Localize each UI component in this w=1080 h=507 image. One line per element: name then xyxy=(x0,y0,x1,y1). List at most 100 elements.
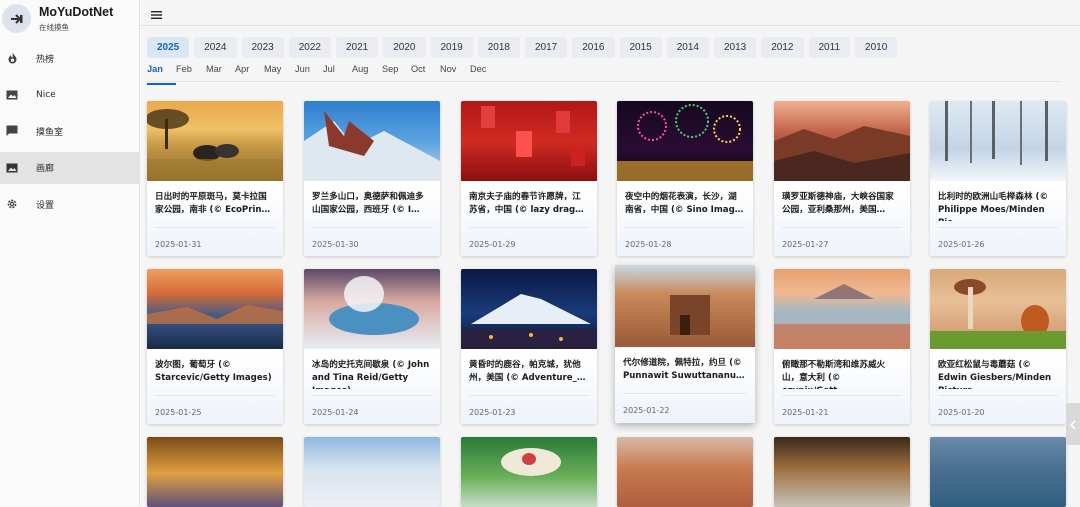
gallery-date: 2025-01-31 xyxy=(155,240,202,249)
tab-month-may[interactable]: May xyxy=(264,62,295,81)
gallery-caption: 罗兰多山口，奥德萨和佩迪多山国家公园，西班牙 (© I… xyxy=(312,192,424,215)
gallery-date: 2025-01-21 xyxy=(782,408,829,417)
tab-month-mar[interactable]: Mar xyxy=(206,62,235,81)
gallery-card[interactable]: 日出时的平原斑马，莫卡拉国家公园，南非 (© EcoPrin… 2025-01-… xyxy=(147,101,283,256)
gallery-caption: 俯瞰那不勒斯湾和维苏威火山，意大利 (© ezypix/Gett… xyxy=(782,360,886,389)
drawer-toggle-button[interactable] xyxy=(1066,403,1080,445)
tab-year-2017[interactable]: 2017 xyxy=(525,37,568,58)
gallery-thumbnail xyxy=(147,269,283,349)
gallery-caption: 璜罗亚斯德神庙，大峡谷国家公园，亚利桑那州，美国… xyxy=(782,192,894,215)
tab-month-dec[interactable]: Dec xyxy=(470,62,500,81)
logo-icon xyxy=(2,4,31,33)
gallery-thumbnail xyxy=(304,269,440,349)
gallery-date: 2025-01-30 xyxy=(312,240,359,249)
gallery-caption: 夜空中的烟花表演，长沙，湖南省，中国 (© Sino Imag… xyxy=(625,192,744,215)
tab-year-2023[interactable]: 2023 xyxy=(241,37,284,58)
tab-year-2013[interactable]: 2013 xyxy=(714,37,757,58)
gallery-card[interactable]: 俯瞰那不勒斯湾和维苏威火山，意大利 (© ezypix/Gett… 2025-0… xyxy=(774,269,910,424)
gallery-date: 2025-01-20 xyxy=(938,408,985,417)
gallery-date: 2025-01-27 xyxy=(782,240,829,249)
gallery-date: 2025-01-24 xyxy=(312,408,359,417)
gallery-thumbnail xyxy=(930,437,1066,507)
gallery-card[interactable] xyxy=(461,437,597,507)
tab-year-2016[interactable]: 2016 xyxy=(572,37,615,58)
app-title: MoYuDotNet xyxy=(39,5,114,19)
gallery-thumbnail xyxy=(147,437,283,507)
tab-year-2022[interactable]: 2022 xyxy=(288,37,331,58)
gear-icon xyxy=(6,198,18,210)
tab-year-2010[interactable]: 2010 xyxy=(855,37,898,58)
tab-year-2018[interactable]: 2018 xyxy=(477,37,520,58)
gallery-caption: 欧亚红松鼠与毒蘑菇 (© Edwin Giesbers/Minden Pictu… xyxy=(938,360,1052,389)
gallery-card[interactable]: 代尔修道院，佩特拉，约旦 (© Punnawit Suwuttananu… 20… xyxy=(615,265,755,423)
gallery-card[interactable]: 璜罗亚斯德神庙，大峡谷国家公园，亚利桑那州，美国… 2025-01-27 xyxy=(774,101,910,256)
gallery-card[interactable]: 夜空中的烟花表演，长沙，湖南省，中国 (© Sino Imag… 2025-01… xyxy=(617,101,753,256)
tab-year-2020[interactable]: 2020 xyxy=(383,37,426,58)
gallery-card[interactable] xyxy=(617,437,753,507)
tab-year-2019[interactable]: 2019 xyxy=(430,37,473,58)
gallery-card[interactable]: 罗兰多山口，奥德萨和佩迪多山国家公园，西班牙 (© I… 2025-01-30 xyxy=(304,101,440,256)
tab-month-aug[interactable]: Aug xyxy=(352,62,382,81)
gallery-thumbnail xyxy=(304,101,440,181)
image-icon xyxy=(6,89,18,101)
tab-year-2025[interactable]: 2025 xyxy=(147,37,190,58)
tab-month-jan[interactable]: Jan xyxy=(147,62,176,85)
gallery-caption: 比利时的欧洲山毛榉森林 (© Philippe Moes/Minden Pic… xyxy=(938,192,1049,221)
tab-month-jun[interactable]: Jun xyxy=(295,62,323,81)
gallery-thumbnail xyxy=(774,437,910,507)
sidebar-item-settings[interactable]: 设置 xyxy=(0,188,139,220)
gallery-date: 2025-01-29 xyxy=(469,240,516,249)
sidebar-item-nice[interactable]: Nice xyxy=(0,79,139,111)
sidebar-item-label: 热榜 xyxy=(36,54,55,65)
gallery-card[interactable]: 欧亚红松鼠与毒蘑菇 (© Edwin Giesbers/Minden Pictu… xyxy=(930,269,1066,424)
gallery-date: 2025-01-25 xyxy=(155,408,202,417)
gallery-caption: 南京夫子庙的春节许愿牌，江苏省，中国 (© lazy drag… xyxy=(469,192,584,215)
gallery-date: 2025-01-28 xyxy=(625,240,672,249)
chevron-left-icon xyxy=(1069,415,1077,434)
tab-year-2011[interactable]: 2011 xyxy=(808,37,851,58)
tab-month-apr[interactable]: Apr xyxy=(235,62,264,81)
gallery-card[interactable] xyxy=(930,437,1066,507)
month-tabs: Jan Feb Mar Apr May Jun Jul Aug Sep Oct … xyxy=(147,62,1060,85)
sidebar-item-gallery[interactable]: 画廊 xyxy=(0,151,139,184)
year-tabs: 2025 2024 2023 2022 2021 2020 2019 2018 … xyxy=(147,37,902,58)
gallery-card[interactable] xyxy=(147,437,283,507)
sidebar: MoYuDotNet 在线摸鱼 热榜 Nice 摸鱼室 画廊 设置 xyxy=(0,0,140,506)
menu-icon[interactable] xyxy=(150,6,164,20)
sidebar-item-hot[interactable]: 热榜 xyxy=(0,42,139,74)
tab-month-jul[interactable]: Jul xyxy=(323,62,352,81)
gallery-card[interactable]: 波尔图，葡萄牙 (© Starcevic/Getty Images) 2025-… xyxy=(147,269,283,424)
gallery-card[interactable]: 黄昏时的鹿谷，帕克城，犹他州，美国 (© Adventure_… 2025-01… xyxy=(461,269,597,424)
tab-month-oct[interactable]: Oct xyxy=(411,62,440,81)
gallery-date: 2025-01-26 xyxy=(938,240,985,249)
sidebar-nav: 热榜 Nice 摸鱼室 画廊 设置 xyxy=(0,42,139,220)
tab-month-feb[interactable]: Feb xyxy=(176,62,206,81)
tab-year-2014[interactable]: 2014 xyxy=(666,37,709,58)
tab-year-2021[interactable]: 2021 xyxy=(336,37,379,58)
sidebar-item-label: 画廊 xyxy=(36,164,55,174)
tab-year-2015[interactable]: 2015 xyxy=(619,37,662,58)
tab-year-2024[interactable]: 2024 xyxy=(194,37,237,58)
app-subtitle: 在线摸鱼 xyxy=(39,23,69,32)
gallery-caption: 日出时的平原斑马，莫卡拉国家公园，南非 (© EcoPrin… xyxy=(155,192,271,215)
tab-month-sep[interactable]: Sep xyxy=(382,62,411,81)
gallery-caption: 黄昏时的鹿谷，帕克城，犹他州，美国 (© Adventure_… xyxy=(469,360,586,383)
gallery-thumbnail xyxy=(147,101,283,181)
brand[interactable]: MoYuDotNet 在线摸鱼 xyxy=(0,0,139,37)
gallery-card[interactable]: 冰岛的史托克间歇泉 (© John and Tina Reid/Getty Im… xyxy=(304,269,440,424)
gallery-thumbnail xyxy=(774,269,910,349)
gallery-card[interactable] xyxy=(304,437,440,507)
gallery-caption: 代尔修道院，佩特拉，约旦 (© Punnawit Suwuttananu… xyxy=(623,358,745,381)
gallery-thumbnail xyxy=(461,437,597,507)
gallery-card[interactable]: 南京夫子庙的春节许愿牌，江苏省，中国 (© lazy drag… 2025-01… xyxy=(461,101,597,256)
gallery-card[interactable]: 比利时的欧洲山毛榉森林 (© Philippe Moes/Minden Pic…… xyxy=(930,101,1066,256)
sidebar-item-label: 设置 xyxy=(36,200,55,211)
gallery-card[interactable] xyxy=(774,437,910,507)
tab-month-nov[interactable]: Nov xyxy=(440,62,470,81)
gallery-thumbnail xyxy=(930,269,1066,349)
chat-icon xyxy=(6,125,18,137)
gallery-thumbnail xyxy=(617,101,753,181)
tab-year-2012[interactable]: 2012 xyxy=(761,37,804,58)
gallery-thumbnail xyxy=(461,269,597,349)
sidebar-item-chatroom[interactable]: 摸鱼室 xyxy=(0,115,139,147)
